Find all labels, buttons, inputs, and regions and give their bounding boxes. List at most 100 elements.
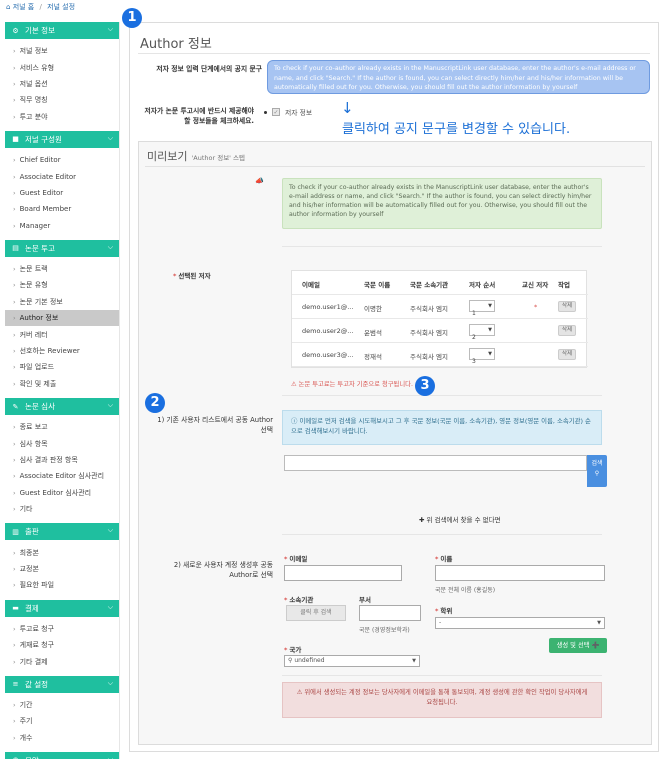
- sidebar-item[interactable]: › Guest Editor: [5, 185, 119, 201]
- chevron-right-icon: ›: [13, 188, 16, 197]
- breadcrumb: ⌂ 저널 홈 / 저널 설정: [6, 2, 75, 12]
- chevron-right-icon: ›: [13, 297, 16, 306]
- sidebar-section-header[interactable]: ▤ 논문 투고 ⌵: [5, 239, 119, 257]
- sidebar-item[interactable]: › 심사 항목: [5, 435, 119, 451]
- sidebar-item[interactable]: › 종료 보고: [5, 419, 119, 435]
- sidebar-item-label: 종료 보고: [19, 423, 48, 432]
- chevron-down-icon: ▼: [488, 327, 492, 333]
- sidebar-section-header[interactable]: ≡ 값 설정 ⌵: [5, 675, 119, 693]
- degree-value: -: [439, 619, 442, 626]
- sidebar-item[interactable]: › Guest Editor 심사관리: [5, 485, 119, 501]
- country-select[interactable]: ⚲ undefined ▼: [284, 655, 420, 667]
- sidebar-item-label: 심사 결과 판정 항목: [19, 456, 78, 464]
- create-select-button[interactable]: 생성 및 선택 ➕: [549, 638, 607, 653]
- search-button[interactable]: 검색 ⚲: [587, 455, 607, 487]
- name-field[interactable]: [435, 565, 605, 581]
- sidebar-item[interactable]: › 필요한 파일: [5, 577, 119, 593]
- name-label: * 이름: [435, 553, 452, 563]
- preview-title: 미리보기 'Author 정보' 스텝: [147, 148, 245, 164]
- degree-select[interactable]: - ▼: [435, 617, 605, 629]
- corresponding-author-mark[interactable]: *: [534, 303, 537, 311]
- sidebar-item[interactable]: › 투고료 청구: [5, 621, 119, 637]
- sidebar-item[interactable]: › Board Member: [5, 201, 119, 217]
- author-search-input[interactable]: [284, 455, 587, 471]
- sidebar-item[interactable]: › 기간: [5, 697, 119, 713]
- breadcrumb-home[interactable]: 저널 홈: [13, 3, 35, 11]
- sidebar-item[interactable]: › 서비스 유형: [5, 59, 119, 75]
- sidebar-item-label: 서비스 유형: [19, 63, 55, 72]
- sidebar-item[interactable]: › 논문 트랙: [5, 261, 119, 277]
- not-found-label: 위 검색에서 찾을 수 없다면: [426, 516, 501, 524]
- chevron-right-icon: ›: [13, 456, 16, 464]
- sidebar-item[interactable]: › Manager: [5, 218, 119, 234]
- chevron-right-icon: ›: [13, 330, 16, 339]
- required-checkbox[interactable]: ✓: [272, 108, 280, 116]
- sidebar-section-header[interactable]: ▥ 출판 ⌵: [5, 523, 119, 541]
- sidebar-item[interactable]: › 주기: [5, 713, 119, 729]
- fee-error-message: ⚠ 논문 투고료는 투고자 기준으로 청구됩니다.: [291, 381, 413, 388]
- name-help: 국문 전체 이름 (홍길동): [435, 587, 496, 594]
- file-icon: ▤: [12, 244, 19, 253]
- country-value: undefined: [294, 657, 325, 664]
- sidebar-item[interactable]: › 저널 정보: [5, 43, 119, 59]
- sidebar-item[interactable]: › Author 정보: [5, 310, 119, 327]
- sidebar-item-label: Author 정보: [19, 314, 59, 323]
- sidebar-item[interactable]: › 선호하는 Reviewer: [5, 343, 119, 359]
- degree-label: * 학위: [435, 605, 452, 615]
- sidebar-item[interactable]: › 논문 유형: [5, 277, 119, 293]
- delete-author-button[interactable]: 삭제: [558, 349, 576, 360]
- sidebar-item[interactable]: › 기타 결제: [5, 653, 119, 669]
- sidebar-item[interactable]: › 게재료 청구: [5, 637, 119, 653]
- sidebar-item[interactable]: › 투고 분야: [5, 109, 119, 125]
- sidebar-section-header[interactable]: ⚙ 기본 정보 ⌵: [5, 22, 119, 39]
- sidebar-item[interactable]: › 심사 결과 판정 항목: [5, 452, 119, 468]
- annotation-badge-1: 1: [122, 8, 142, 28]
- delete-author-button[interactable]: 삭제: [558, 325, 576, 336]
- dept-field[interactable]: [359, 605, 421, 621]
- divider: [282, 395, 602, 396]
- sidebar-item[interactable]: › Associate Editor: [5, 168, 119, 184]
- sidebar-item[interactable]: › Associate Editor 심사관리: [5, 468, 119, 484]
- divider: [282, 246, 602, 247]
- notice-text-editable[interactable]: To check if your co-author already exist…: [267, 60, 650, 94]
- author-order-value: 3: [472, 358, 476, 365]
- author-order-select[interactable]: 3 ▼: [469, 348, 495, 365]
- sidebar-item[interactable]: › 개수: [5, 730, 119, 746]
- author-order-select[interactable]: 2 ▼: [469, 324, 495, 341]
- sidebar-item-label: 주기: [19, 717, 33, 726]
- sidebar-section-header[interactable]: ◉모양⌵: [5, 751, 119, 759]
- sidebar-item[interactable]: › 교정본: [5, 561, 119, 577]
- cell-org: 주식회사 엠지: [410, 329, 448, 337]
- org-label-text: 소속기관: [289, 596, 314, 604]
- sidebar-item[interactable]: › 커버 레터: [5, 326, 119, 342]
- chevron-right-icon: ›: [13, 581, 16, 590]
- search-info-text: 이메일로 먼저 검색을 시도해보시고 그 후 국문 정보(국문 이름, 소속기관…: [291, 417, 591, 435]
- sidebar-item[interactable]: › 기타: [5, 501, 119, 517]
- sidebar-item[interactable]: › 저널 옵션: [5, 76, 119, 92]
- sidebar-item[interactable]: › Chief Editor: [5, 152, 119, 168]
- sidebar-section-header[interactable]: ■ 저널 구성원 ⌵: [5, 130, 119, 148]
- author-order-select[interactable]: 1 ▼: [469, 300, 495, 317]
- sidebar-item-label: Associate Editor 심사관리: [19, 472, 105, 481]
- table-header-cell: 국문 소속기관: [410, 281, 449, 289]
- sidebar-item-label: 기타: [19, 505, 33, 514]
- delete-author-button[interactable]: 삭제: [558, 301, 576, 312]
- chevron-right-icon: ›: [13, 488, 16, 497]
- required-option-label: 저자 정보: [285, 109, 313, 117]
- sidebar-item[interactable]: › 파일 업로드: [5, 359, 119, 375]
- sidebar-item[interactable]: › 확인 및 제출: [5, 376, 119, 392]
- search-info-box: ⓘ 이메일로 먼저 검색을 시도해보시고 그 후 국문 정보(국문 이름, 소속…: [282, 410, 602, 445]
- sidebar-item[interactable]: › 최종본: [5, 544, 119, 560]
- cell-email: demo.user2@...: [302, 327, 354, 335]
- sidebar-section-header[interactable]: ✎ 논문 심사 ⌵: [5, 398, 119, 416]
- required-star: *: [284, 596, 288, 604]
- sidebar-section-header[interactable]: ▬ 결제 ⌵: [5, 599, 119, 617]
- required-star: *: [284, 555, 288, 563]
- sidebar-item-label: Chief Editor: [19, 156, 61, 165]
- org-search-button[interactable]: 클릭 후 검색: [286, 605, 346, 621]
- required-star: *: [284, 646, 288, 654]
- sidebar-item-label: 심사 항목: [19, 439, 48, 448]
- email-field[interactable]: [284, 565, 402, 581]
- sidebar-item[interactable]: › 논문 기본 정보: [5, 294, 119, 310]
- sidebar-item[interactable]: › 직무 명칭: [5, 92, 119, 108]
